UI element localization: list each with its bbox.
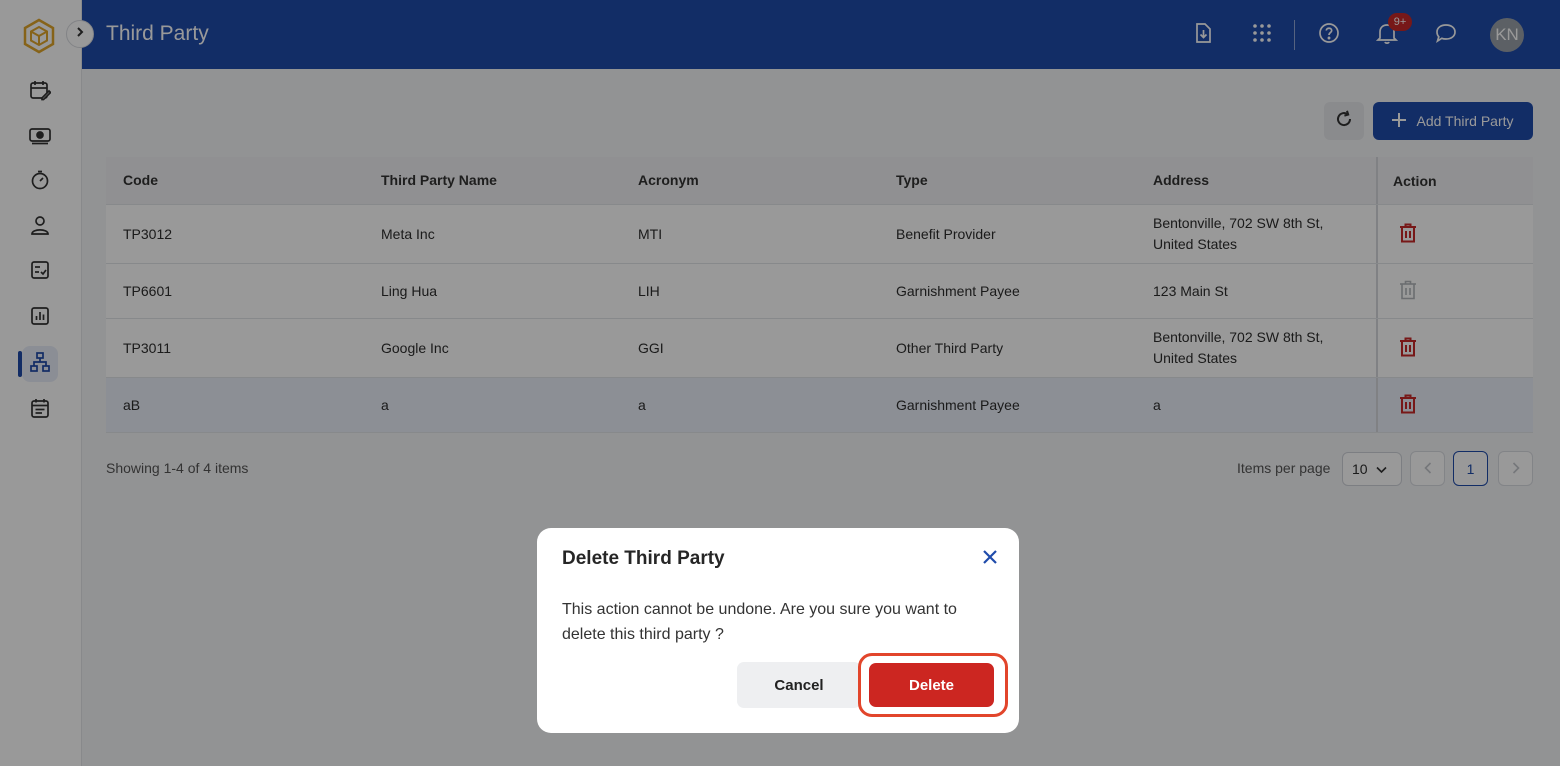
close-dialog-button[interactable] <box>977 546 1003 572</box>
delete-dialog: Delete Third Party This action cannot be… <box>537 528 1019 733</box>
close-icon <box>982 549 998 570</box>
dialog-title: Delete Third Party <box>562 548 725 569</box>
cancel-button[interactable]: Cancel <box>737 662 861 708</box>
delete-button[interactable]: Delete <box>869 663 994 707</box>
dialog-message: This action cannot be undone. Are you su… <box>562 601 957 643</box>
